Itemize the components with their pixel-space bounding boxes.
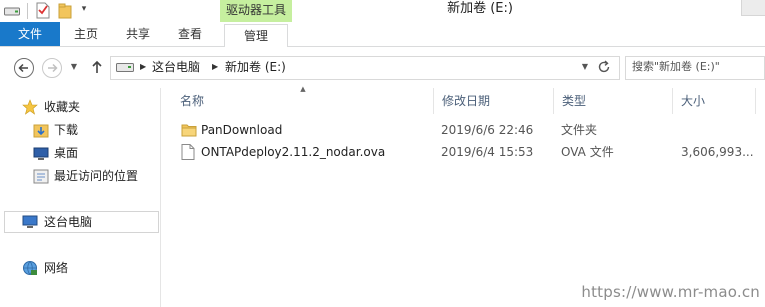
file-modified: 2019/6/4 15:53 bbox=[441, 145, 534, 159]
file-name[interactable]: PanDownload bbox=[201, 119, 431, 141]
address-dropdown-icon[interactable]: ▼ bbox=[579, 59, 591, 75]
nav-desktop[interactable]: 桌面 bbox=[54, 142, 78, 164]
nav-favorites[interactable]: 收藏夹 bbox=[44, 96, 80, 118]
drive-icon bbox=[116, 63, 134, 72]
watermark: https://www.mr-mao.cn bbox=[581, 283, 760, 301]
nav-this-pc[interactable]: 这台电脑 bbox=[44, 211, 92, 233]
tab-view[interactable]: 查看 bbox=[172, 22, 208, 46]
computer-icon bbox=[22, 215, 38, 228]
context-group-label: 驱动器工具 bbox=[225, 3, 286, 17]
file-size bbox=[681, 119, 755, 141]
breadcrumb-volume[interactable]: 新加卷 (E:) bbox=[225, 58, 305, 76]
download-folder-icon bbox=[33, 124, 49, 138]
breadcrumb-chevron-icon[interactable]: ▶ bbox=[140, 60, 148, 74]
tab-manage[interactable]: 管理 bbox=[224, 24, 288, 48]
recent-locations-dropdown[interactable]: ▼ bbox=[68, 61, 80, 73]
tab-home[interactable]: 主页 bbox=[68, 22, 104, 46]
recent-places-icon bbox=[33, 169, 49, 184]
file-modified: 2019/6/6 22:46 bbox=[441, 123, 534, 137]
search-input[interactable]: 搜索"新加卷 (E:)" bbox=[632, 57, 756, 77]
breadcrumb-this-pc[interactable]: 这台电脑 bbox=[152, 58, 220, 76]
file-type: 文件夹 bbox=[561, 123, 598, 137]
tab-share[interactable]: 共享 bbox=[120, 22, 156, 46]
quick-access-separator bbox=[27, 3, 28, 19]
drive-icon[interactable] bbox=[4, 5, 20, 17]
back-button[interactable] bbox=[14, 58, 34, 78]
column-header-modified[interactable]: 修改日期 bbox=[434, 88, 553, 114]
tab-file[interactable]: 文件 bbox=[0, 22, 60, 46]
folder-icon bbox=[181, 124, 197, 137]
network-icon bbox=[23, 261, 37, 275]
file-size: 3,606,993... bbox=[681, 145, 754, 159]
customize-quick-access-icon[interactable]: ▾ bbox=[78, 4, 90, 18]
nav-network[interactable]: 网络 bbox=[44, 257, 68, 279]
arrow-right-icon bbox=[48, 63, 58, 73]
star-icon bbox=[22, 99, 38, 115]
nav-downloads[interactable]: 下载 bbox=[54, 119, 78, 141]
column-header-type[interactable]: 类型 bbox=[554, 88, 672, 114]
desktop-icon bbox=[33, 147, 49, 160]
file-type: OVA 文件 bbox=[561, 145, 614, 159]
minimize-button[interactable] bbox=[741, 0, 765, 16]
new-folder-icon[interactable] bbox=[58, 3, 72, 19]
arrow-left-icon bbox=[18, 63, 28, 73]
column-divider[interactable] bbox=[755, 88, 756, 114]
nav-recent-places[interactable]: 最近访问的位置 bbox=[54, 165, 138, 187]
ribbon-tab-row bbox=[0, 22, 765, 47]
file-name[interactable]: ONTAPdeploy2.11.2_nodar.ova bbox=[201, 141, 431, 163]
file-icon bbox=[181, 144, 195, 160]
forward-button[interactable] bbox=[42, 58, 62, 78]
window-title: 新加卷 (E:) bbox=[447, 1, 513, 16]
column-header-name[interactable]: 名称 bbox=[172, 88, 433, 114]
refresh-icon[interactable] bbox=[596, 59, 612, 75]
column-header-size[interactable]: 大小 bbox=[673, 88, 755, 114]
breadcrumb-chevron-icon[interactable]: ▶ bbox=[212, 60, 220, 74]
properties-icon[interactable] bbox=[36, 2, 50, 19]
up-arrow-icon[interactable] bbox=[88, 58, 106, 76]
